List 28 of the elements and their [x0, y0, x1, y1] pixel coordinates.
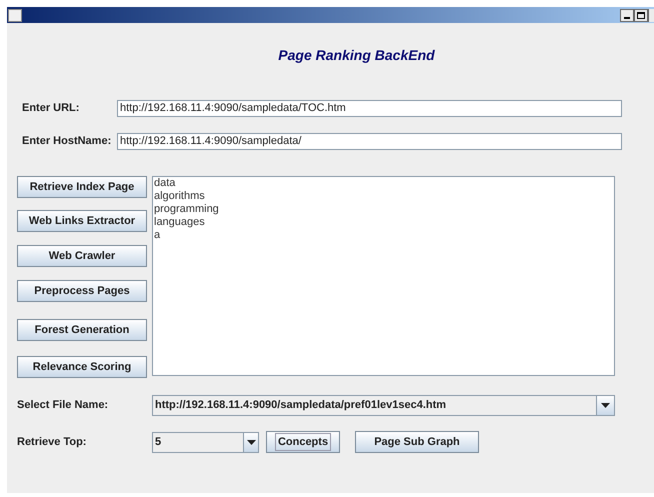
- action-button[interactable]: Web Links Extractor: [17, 210, 147, 232]
- list-item[interactable]: languages: [153, 216, 614, 229]
- minimize-icon[interactable]: [620, 8, 634, 22]
- caret-icon: [601, 403, 610, 408]
- field-label: Retrieve Top:: [17, 434, 88, 450]
- list-item[interactable]: data: [153, 177, 614, 190]
- action-button[interactable]: Retrieve Index Page: [17, 176, 147, 198]
- dropdown-value: 5: [154, 434, 162, 450]
- action-button[interactable]: Page Sub Graph: [355, 431, 479, 453]
- field-label: Enter HostName:: [22, 134, 112, 150]
- field-label: Enter URL:: [22, 101, 80, 116]
- list-item[interactable]: a: [153, 229, 614, 242]
- dropdown-value: http://192.168.11.4:9090/sampledata/pref01lev1sec4.htm: [154, 398, 448, 414]
- action-button[interactable]: Forest Generation: [17, 319, 147, 341]
- maximize-icon[interactable]: [634, 8, 648, 22]
- field-label: Select File Name:: [17, 398, 110, 414]
- text-field[interactable]: http://192.168.11.4:9090/sampledata/TOC.htm: [117, 100, 622, 117]
- page-heading: Page Ranking BackEnd: [278, 46, 435, 65]
- action-button[interactable]: Web Crawler: [17, 245, 147, 267]
- list-item[interactable]: programming: [153, 203, 614, 216]
- text-field[interactable]: http://192.168.11.4:9090/sampledata/: [117, 133, 622, 150]
- file-dropdown[interactable]: http://192.168.11.4:9090/sampledata/pref01lev1sec4.htm: [152, 395, 615, 416]
- list-item[interactable]: algorithms: [153, 190, 614, 203]
- caret-icon: [246, 440, 256, 444]
- action-button[interactable]: Preprocess Pages: [17, 280, 147, 302]
- action-button[interactable]: Relevance Scoring: [17, 356, 147, 378]
- action-button[interactable]: Concepts: [266, 431, 340, 453]
- count-dropdown[interactable]: 5: [152, 432, 259, 452]
